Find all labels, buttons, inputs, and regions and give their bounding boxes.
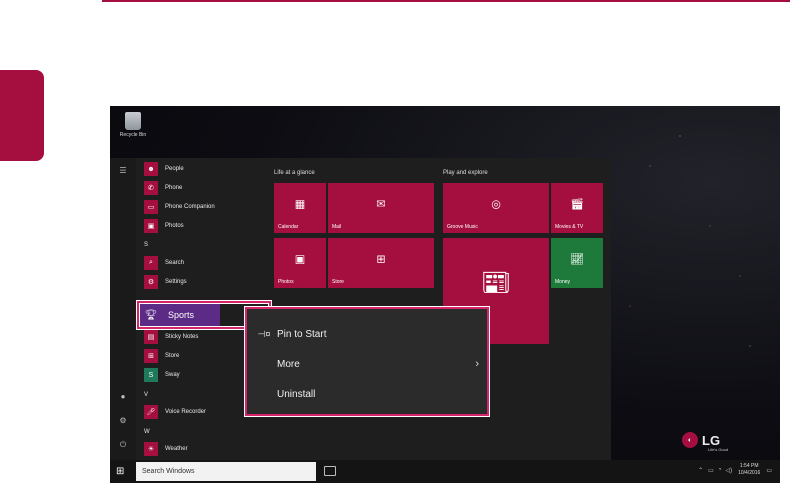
tile-label: Photos (278, 279, 294, 285)
group-title-life-at-a-glance[interactable]: Life at a glance (274, 170, 315, 176)
lg-tagline: Life's Good (708, 447, 729, 452)
tile-label: Groove Music (447, 224, 478, 230)
sticky-notes-icon: ▤ (144, 330, 158, 344)
tile-label: Movies & TV (555, 224, 584, 230)
network-icon[interactable]: ◔ (718, 467, 722, 473)
app-item-phone-companion[interactable]: ▭ Phone Companion (144, 199, 215, 215)
app-item-label: Voice Recorder (165, 409, 207, 415)
app-item-label: Sway (165, 372, 180, 378)
weather-icon: ☀ (144, 442, 158, 456)
recycle-bin-label: Recycle Bin (119, 132, 147, 138)
action-center-icon[interactable]: ▭ (766, 467, 772, 474)
app-item-phone[interactable]: ✆ Phone (144, 180, 182, 196)
movies-icon: 🎬︎ (570, 198, 584, 211)
mail-icon: ✉ (376, 198, 386, 211)
app-item-store[interactable]: ⊞ Store (144, 348, 179, 364)
tile-label: Store (332, 279, 344, 285)
tile-label: Calendar (278, 224, 299, 230)
app-item-sway[interactable]: S Sway (144, 367, 180, 383)
app-item-label: Phone Companion (165, 204, 215, 210)
store-icon: ⊞ (376, 253, 386, 266)
chevron-right-icon: › (475, 358, 479, 370)
user-avatar-icon[interactable]: ● (118, 392, 128, 402)
clock[interactable]: 1:54 PM 10/4/2016 (738, 463, 760, 477)
letter-header-s[interactable]: S (144, 242, 148, 248)
system-tray: ⌃ ▭ ◔ ◁) 1:54 PM 10/4/2016 ▭ (698, 463, 772, 477)
people-icon: ☻ (144, 162, 158, 176)
app-item-settings[interactable]: ⚙ Settings (144, 274, 187, 290)
recycle-bin[interactable]: Recycle Bin (118, 112, 148, 138)
letter-header-w[interactable]: W (144, 429, 150, 435)
news-icon: 📰︎ (480, 269, 512, 297)
photos-icon: ▣ (144, 219, 158, 233)
menu-item-label: More (277, 358, 300, 370)
app-item-label: Weather (165, 446, 188, 452)
tile-store[interactable]: ⊞ Store (328, 238, 434, 288)
app-item-label: People (165, 166, 184, 172)
menu-item-pin-to-start[interactable]: ⊣¤ Pin to Start (247, 321, 487, 347)
gear-icon: ⚙ (144, 275, 158, 289)
music-icon: ◎ (491, 198, 501, 211)
windows-screenshot: Recycle Bin ☰ ● ⚙ ⏻ ☻ People ✆ Phone ▭ P… (110, 106, 780, 483)
app-item-photos[interactable]: ▣ Photos (144, 218, 184, 234)
menu-item-uninstall[interactable]: Uninstall (247, 381, 487, 407)
app-item-voice-recorder[interactable]: 🎤︎ Voice Recorder (144, 404, 206, 420)
tile-groove-music[interactable]: ◎ Groove Music (443, 183, 549, 233)
letter-header-v[interactable]: V (144, 392, 148, 398)
tile-label: Mail (332, 224, 342, 230)
clock-date: 10/4/2016 (738, 470, 761, 476)
phone-icon: ✆ (144, 181, 158, 195)
app-item-label: Phone (165, 185, 183, 191)
hamburger-menu-icon[interactable]: ☰ (118, 166, 128, 176)
gear-icon[interactable]: ⚙ (118, 416, 128, 426)
microphone-icon: 🎤︎ (144, 405, 158, 419)
app-item-sticky-notes[interactable]: ▤ Sticky Notes (144, 329, 198, 345)
chart-icon: 📈︎ (570, 253, 584, 266)
tile-mail[interactable]: ✉ Mail (328, 183, 434, 233)
menu-item-label: Pin to Start (277, 328, 327, 340)
tile-money[interactable]: 📈︎ Money (551, 238, 603, 288)
volume-icon[interactable]: ◁) (725, 467, 732, 474)
tile-movies-tv[interactable]: 🎬︎ Movies & TV (551, 183, 603, 233)
clock-time: 1:54 PM (739, 463, 759, 469)
app-item-label: Store (165, 353, 180, 359)
pin-icon: ⊣¤ (257, 328, 271, 339)
lg-logo-text: LG (702, 432, 721, 448)
chevron-up-icon[interactable]: ⌃ (698, 467, 703, 474)
page-top-rule (102, 0, 790, 2)
battery-icon[interactable]: ▭ (708, 467, 714, 474)
app-item-label: Sticky Notes (165, 334, 199, 340)
chapter-tab (0, 70, 44, 161)
photos-icon: ▣ (294, 253, 306, 266)
lg-logo-mark: ◐ (682, 432, 698, 448)
app-item-search[interactable]: ⌕ Search (144, 255, 184, 271)
app-item-label: Settings (165, 279, 187, 285)
power-icon[interactable]: ⏻ (118, 440, 128, 450)
task-view-icon[interactable] (324, 466, 336, 476)
app-item-label: Photos (165, 223, 184, 229)
tile-photos[interactable]: ▣ Photos (274, 238, 326, 288)
taskbar: ⊞ Search Windows ⌃ ▭ ◔ ◁) 1:54 PM 10/4/2… (110, 460, 780, 483)
sway-icon: S (144, 368, 158, 382)
app-item-weather[interactable]: ☀ Weather (144, 441, 188, 457)
app-item-label: Search (165, 260, 185, 266)
phone-companion-icon: ▭ (144, 200, 158, 214)
calendar-icon: ▦ (294, 198, 306, 211)
context-menu: ⊣¤ Pin to Start More › Uninstall (247, 309, 487, 414)
menu-item-label: Uninstall (277, 388, 316, 400)
lg-logo: ◐ LG (682, 432, 720, 448)
start-rail: ☰ ● ⚙ ⏻ (110, 158, 136, 460)
store-icon: ⊞ (144, 349, 158, 363)
tile-calendar[interactable]: ▦ Calendar (274, 183, 326, 233)
group-title-play-and-explore[interactable]: Play and explore (443, 170, 488, 176)
tile-label: Money (555, 279, 571, 285)
recycle-bin-icon (125, 112, 141, 130)
taskbar-search-input[interactable]: Search Windows (136, 462, 316, 481)
search-icon: ⌕ (144, 256, 158, 270)
app-item-people[interactable]: ☻ People (144, 161, 184, 177)
windows-start-icon[interactable]: ⊞ (116, 466, 127, 477)
menu-item-more[interactable]: More › (247, 351, 487, 377)
